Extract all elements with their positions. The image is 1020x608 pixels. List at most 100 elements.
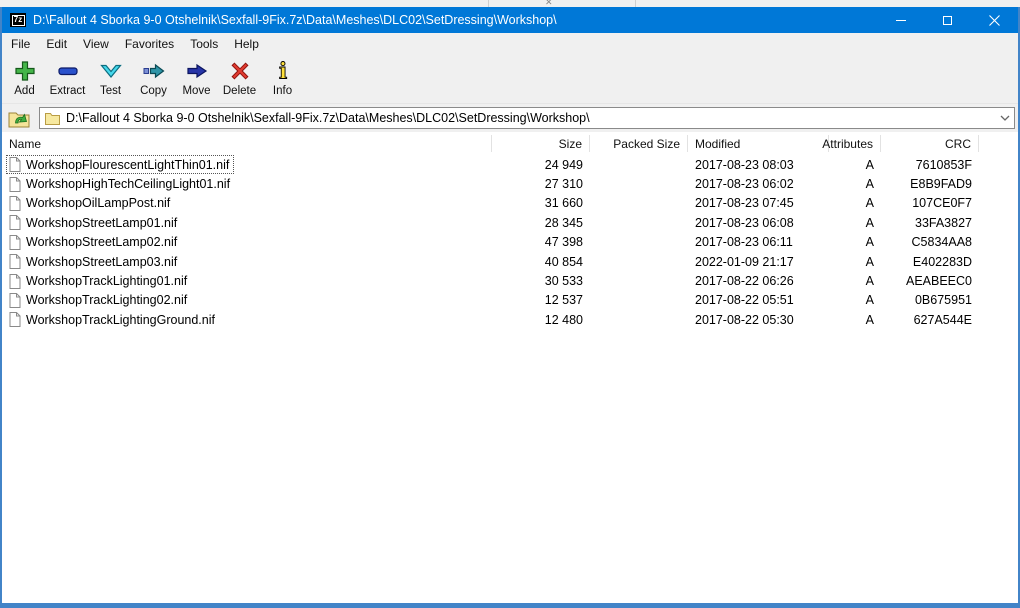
file-attributes: A xyxy=(829,196,881,210)
file-icon xyxy=(9,312,21,327)
file-crc: 627A544E xyxy=(881,313,979,327)
move-button[interactable]: Move xyxy=(175,59,218,103)
table-row[interactable]: WorkshopStreetLamp01.nif 28 345 2017-08-… xyxy=(2,213,1018,232)
close-button[interactable] xyxy=(971,7,1018,33)
file-modified: 2017-08-23 07:45 xyxy=(688,196,829,210)
table-row[interactable]: WorkshopOilLampPost.nif 31 660 2017-08-2… xyxy=(2,194,1018,213)
file-name[interactable]: WorkshopHighTechCeilingLight01.nif xyxy=(26,177,230,191)
minimize-icon xyxy=(896,20,906,21)
add-plus-icon xyxy=(13,59,37,83)
file-list: Name Size Packed Size Modified Attribute… xyxy=(2,132,1018,603)
file-icon xyxy=(9,157,21,172)
file-modified: 2017-08-22 06:26 xyxy=(688,274,829,288)
file-size: 24 949 xyxy=(492,158,590,172)
folder-icon xyxy=(45,112,60,125)
menu-help[interactable]: Help xyxy=(226,34,267,54)
screen: ✕ 7z D:\Fallout 4 Sborka 9-0 Otshelnik\S… xyxy=(0,0,1020,608)
list-header: Name Size Packed Size Modified Attribute… xyxy=(2,132,1018,155)
file-modified: 2017-08-23 08:03 xyxy=(688,158,829,172)
delete-button[interactable]: Delete xyxy=(218,59,261,103)
file-attributes: A xyxy=(829,216,881,230)
file-crc: 33FA3827 xyxy=(881,216,979,230)
column-header-name[interactable]: Name xyxy=(2,135,492,152)
file-name[interactable]: WorkshopTrackLighting02.nif xyxy=(26,293,187,307)
7zip-app-icon: 7z xyxy=(10,13,26,27)
file-modified: 2017-08-22 05:30 xyxy=(688,313,829,327)
extract-button[interactable]: Extract xyxy=(46,59,89,103)
background-divider xyxy=(635,0,636,7)
file-name[interactable]: WorkshopTrackLighting01.nif xyxy=(26,274,187,288)
file-size: 12 537 xyxy=(492,293,590,307)
file-crc: 0B675951 xyxy=(881,293,979,307)
test-check-icon xyxy=(99,59,123,83)
file-size: 31 660 xyxy=(492,196,590,210)
file-modified: 2017-08-23 06:02 xyxy=(688,177,829,191)
column-header-size[interactable]: Size xyxy=(492,135,590,152)
table-row[interactable]: WorkshopFlourescentLightThin01.nif 24 94… xyxy=(2,155,1018,174)
maximize-button[interactable] xyxy=(924,7,971,33)
menu-tools[interactable]: Tools xyxy=(182,34,226,54)
table-row[interactable]: WorkshopHighTechCeilingLight01.nif 27 31… xyxy=(2,174,1018,193)
file-attributes: A xyxy=(829,158,881,172)
column-header-packed-size[interactable]: Packed Size xyxy=(590,135,688,152)
caption-buttons xyxy=(877,7,1018,33)
file-icon xyxy=(9,177,21,192)
file-name[interactable]: WorkshopStreetLamp01.nif xyxy=(26,216,177,230)
file-name[interactable]: WorkshopOilLampPost.nif xyxy=(26,196,170,210)
file-attributes: A xyxy=(829,274,881,288)
background-window-edge: ✕ xyxy=(0,0,1020,7)
info-button[interactable]: i Info xyxy=(261,59,304,103)
file-crc: 107CE0F7 xyxy=(881,196,979,210)
table-row[interactable]: WorkshopTrackLightingGround.nif 12 480 2… xyxy=(2,310,1018,329)
address-dropdown[interactable] xyxy=(1000,115,1010,121)
extract-minus-icon xyxy=(56,59,80,83)
file-icon xyxy=(9,274,21,289)
file-size: 30 533 xyxy=(492,274,590,288)
add-button[interactable]: Add xyxy=(3,59,46,103)
test-button[interactable]: Test xyxy=(89,59,132,103)
file-crc: C5834AA8 xyxy=(881,235,979,249)
menu-favorites[interactable]: Favorites xyxy=(117,34,182,54)
file-name[interactable]: WorkshopTrackLightingGround.nif xyxy=(26,313,215,327)
column-header-modified[interactable]: Modified xyxy=(688,135,829,152)
close-icon xyxy=(989,15,1000,26)
table-row[interactable]: WorkshopStreetLamp02.nif 47 398 2017-08-… xyxy=(2,233,1018,252)
minimize-button[interactable] xyxy=(877,7,924,33)
menu-file[interactable]: File xyxy=(3,34,38,54)
copy-button[interactable]: Copy xyxy=(132,59,175,103)
column-header-attributes[interactable]: Attributes xyxy=(829,135,881,152)
file-name[interactable]: WorkshopStreetLamp03.nif xyxy=(26,255,177,269)
file-size: 47 398 xyxy=(492,235,590,249)
address-combobox[interactable]: D:\Fallout 4 Sborka 9-0 Otshelnik\Sexfal… xyxy=(39,107,1015,129)
rows-container: WorkshopFlourescentLightThin01.nif 24 94… xyxy=(2,155,1018,330)
address-bar: D:\Fallout 4 Sborka 9-0 Otshelnik\Sexfal… xyxy=(2,104,1018,132)
file-attributes: A xyxy=(829,177,881,191)
table-row[interactable]: WorkshopTrackLighting01.nif 30 533 2017-… xyxy=(2,271,1018,290)
title-bar: 7z D:\Fallout 4 Sborka 9-0 Otshelnik\Sex… xyxy=(2,7,1018,33)
table-row[interactable]: WorkshopTrackLighting02.nif 12 537 2017-… xyxy=(2,291,1018,310)
chevron-down-icon xyxy=(1000,115,1010,121)
info-icon: i xyxy=(271,59,295,83)
menu-view[interactable]: View xyxy=(75,34,117,54)
background-divider xyxy=(488,0,489,7)
table-row[interactable]: WorkshopStreetLamp03.nif 40 854 2022-01-… xyxy=(2,252,1018,271)
file-name[interactable]: WorkshopStreetLamp02.nif xyxy=(26,235,177,249)
file-crc: E402283D xyxy=(881,255,979,269)
file-modified: 2017-08-23 06:11 xyxy=(688,235,829,249)
menu-edit[interactable]: Edit xyxy=(38,34,75,54)
file-modified: 2017-08-22 05:51 xyxy=(688,293,829,307)
file-name[interactable]: WorkshopFlourescentLightThin01.nif xyxy=(26,158,229,172)
file-icon xyxy=(9,196,21,211)
parent-folder-button[interactable] xyxy=(4,106,34,130)
column-header-filler xyxy=(979,135,1018,152)
file-crc: 7610853F xyxy=(881,158,979,172)
file-size: 28 345 xyxy=(492,216,590,230)
file-modified: 2017-08-23 06:08 xyxy=(688,216,829,230)
address-path[interactable]: D:\Fallout 4 Sborka 9-0 Otshelnik\Sexfal… xyxy=(66,111,994,125)
file-icon xyxy=(9,293,21,308)
file-attributes: A xyxy=(829,235,881,249)
parent-folder-icon xyxy=(7,107,31,129)
move-arrow-icon xyxy=(185,59,209,83)
column-header-crc[interactable]: CRC xyxy=(881,135,979,152)
file-size: 40 854 xyxy=(492,255,590,269)
